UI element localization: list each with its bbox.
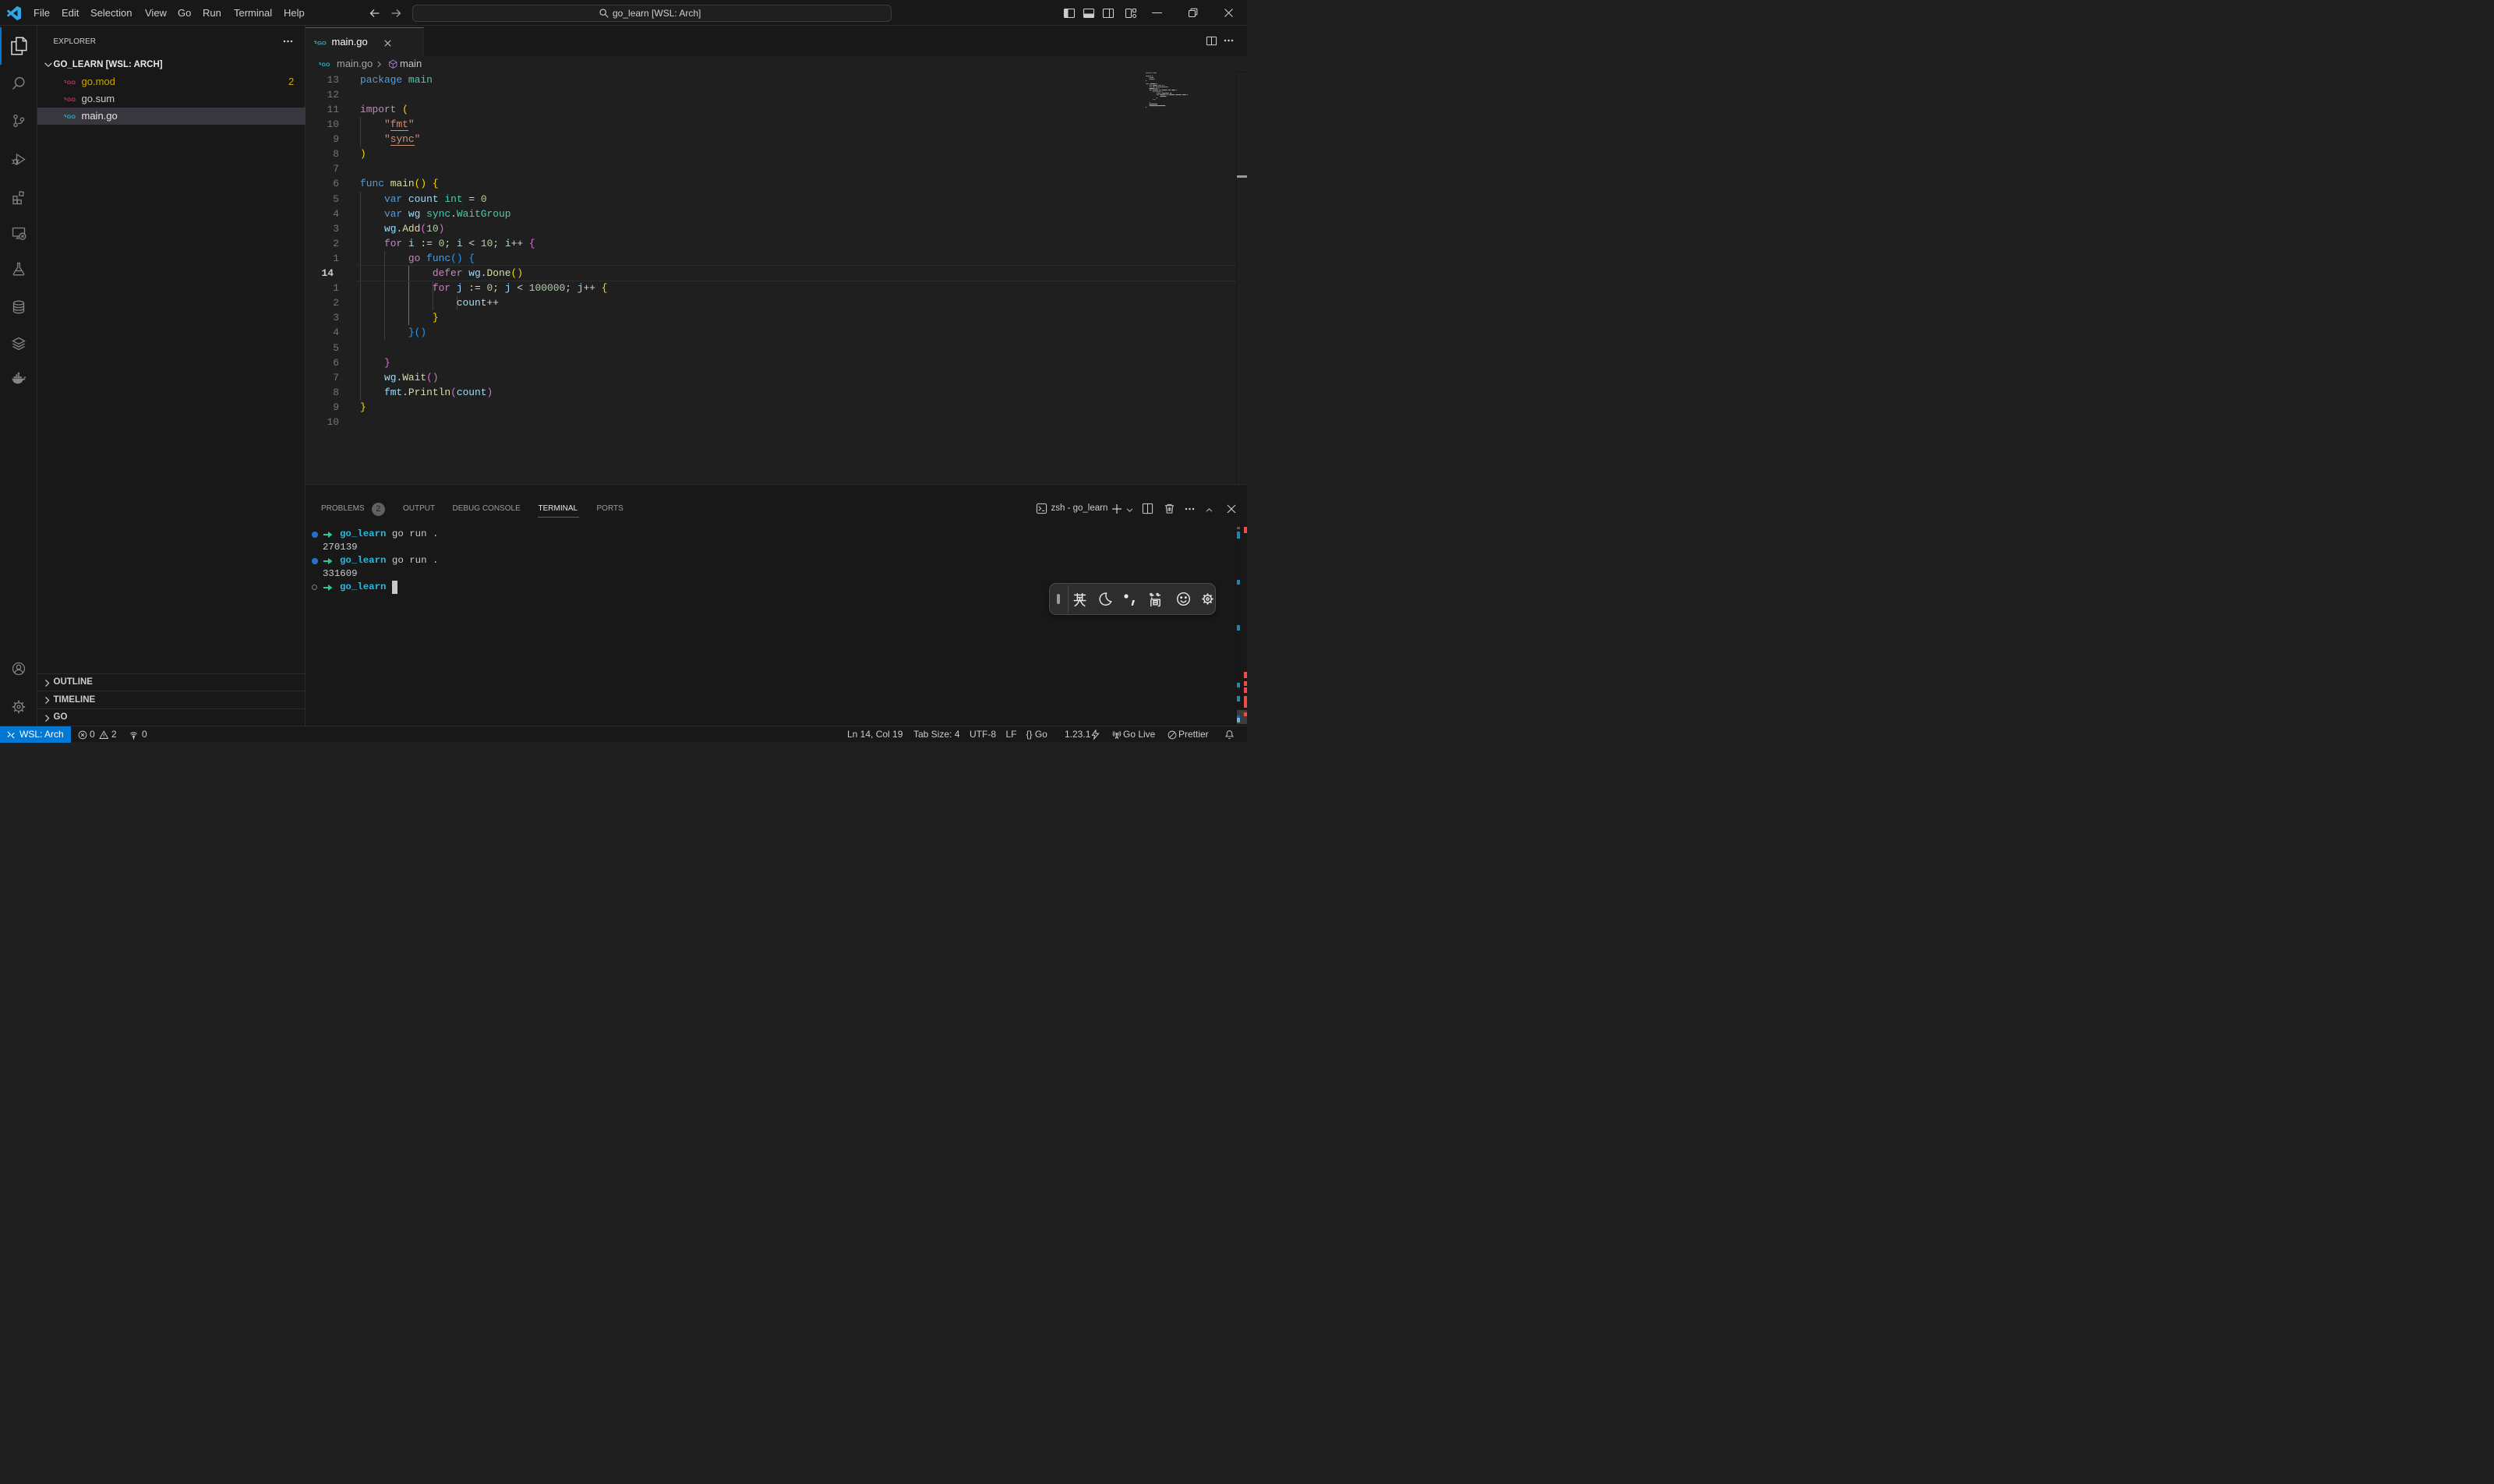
svg-text:GO: GO	[317, 41, 327, 47]
svg-text:GO: GO	[67, 114, 76, 119]
svg-text:GO: GO	[322, 62, 330, 67]
svg-text:GO: GO	[67, 97, 76, 102]
svg-text:GO: GO	[67, 80, 76, 85]
